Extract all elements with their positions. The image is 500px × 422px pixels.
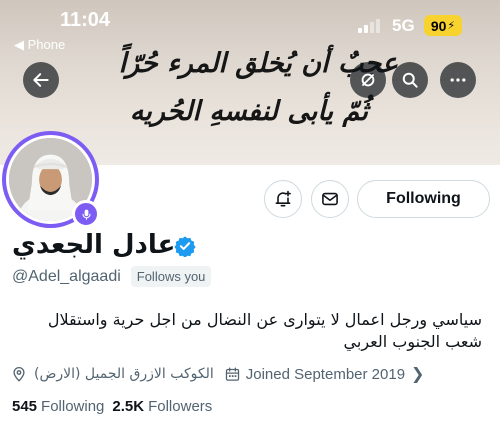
profile-meta: الكوكب الازرق الجميل (الارض) Joined Sept… (10, 364, 490, 384)
back-to-app-link[interactable]: ◀ Phone (14, 37, 65, 53)
microphone-icon (81, 209, 91, 220)
status-time: 11:04 (60, 9, 111, 31)
search-icon (402, 72, 418, 88)
following-count: 545 (12, 398, 38, 415)
location-pin-icon (13, 367, 25, 382)
eye-slash-icon (361, 73, 375, 87)
chevron-right-icon: ❯ (411, 366, 425, 383)
voice-badge[interactable] (72, 200, 100, 228)
following-button[interactable]: Following (357, 180, 490, 218)
followers-count: 2.5K (112, 398, 145, 415)
display-name: عادل الجعدي (12, 230, 176, 260)
search-button[interactable] (392, 62, 428, 98)
following-label: Following (41, 398, 105, 415)
followers-stat[interactable]: 2.5K Followers (112, 398, 212, 415)
bell-plus-icon (275, 190, 291, 207)
profile-bio: سياسي ورجل اعمال لا يتوارى عن النضال من … (47, 310, 482, 351)
more-button[interactable] (440, 62, 476, 98)
calendar-icon (225, 366, 239, 381)
network-type: 5G (392, 16, 415, 35)
status-bar: 11:04 ◀ Phone 5G 90 ⚡ (0, 0, 500, 58)
verified-badge-icon[interactable] (174, 235, 196, 257)
back-button[interactable] (23, 62, 59, 98)
arrow-left-icon (33, 73, 49, 87)
handle-row: @Adel_algaadi Follows you (12, 266, 212, 287)
banner-line-2: ثُمّ يأبى لنفسهِ الحُريه (129, 96, 368, 127)
following-stat[interactable]: 545 Following (12, 398, 104, 415)
follows-you-badge: Follows you (130, 266, 212, 287)
location-text: الكوكب الازرق الجميل (الارض) (34, 366, 214, 382)
hide-banner-button[interactable] (350, 62, 386, 98)
charging-bolt-icon: ⚡ (447, 20, 456, 32)
user-handle: @Adel_algaadi (12, 267, 121, 285)
joined-date[interactable]: Joined September 2019 ❯ (224, 364, 425, 384)
more-horizontal-icon (450, 78, 466, 82)
battery-level: 90 (430, 17, 447, 34)
location: الكوكب الازرق الجميل (الارض) (10, 365, 214, 383)
signal-icon (358, 18, 382, 33)
followers-label: Followers (148, 398, 213, 415)
follow-stats: 545 Following 2.5K Followers (12, 398, 220, 415)
battery-icon: 90 ⚡ (424, 15, 462, 36)
message-button[interactable] (311, 180, 349, 218)
joined-text: Joined September 2019 (245, 365, 406, 383)
notifications-button[interactable] (264, 180, 302, 218)
envelope-icon (322, 192, 338, 206)
